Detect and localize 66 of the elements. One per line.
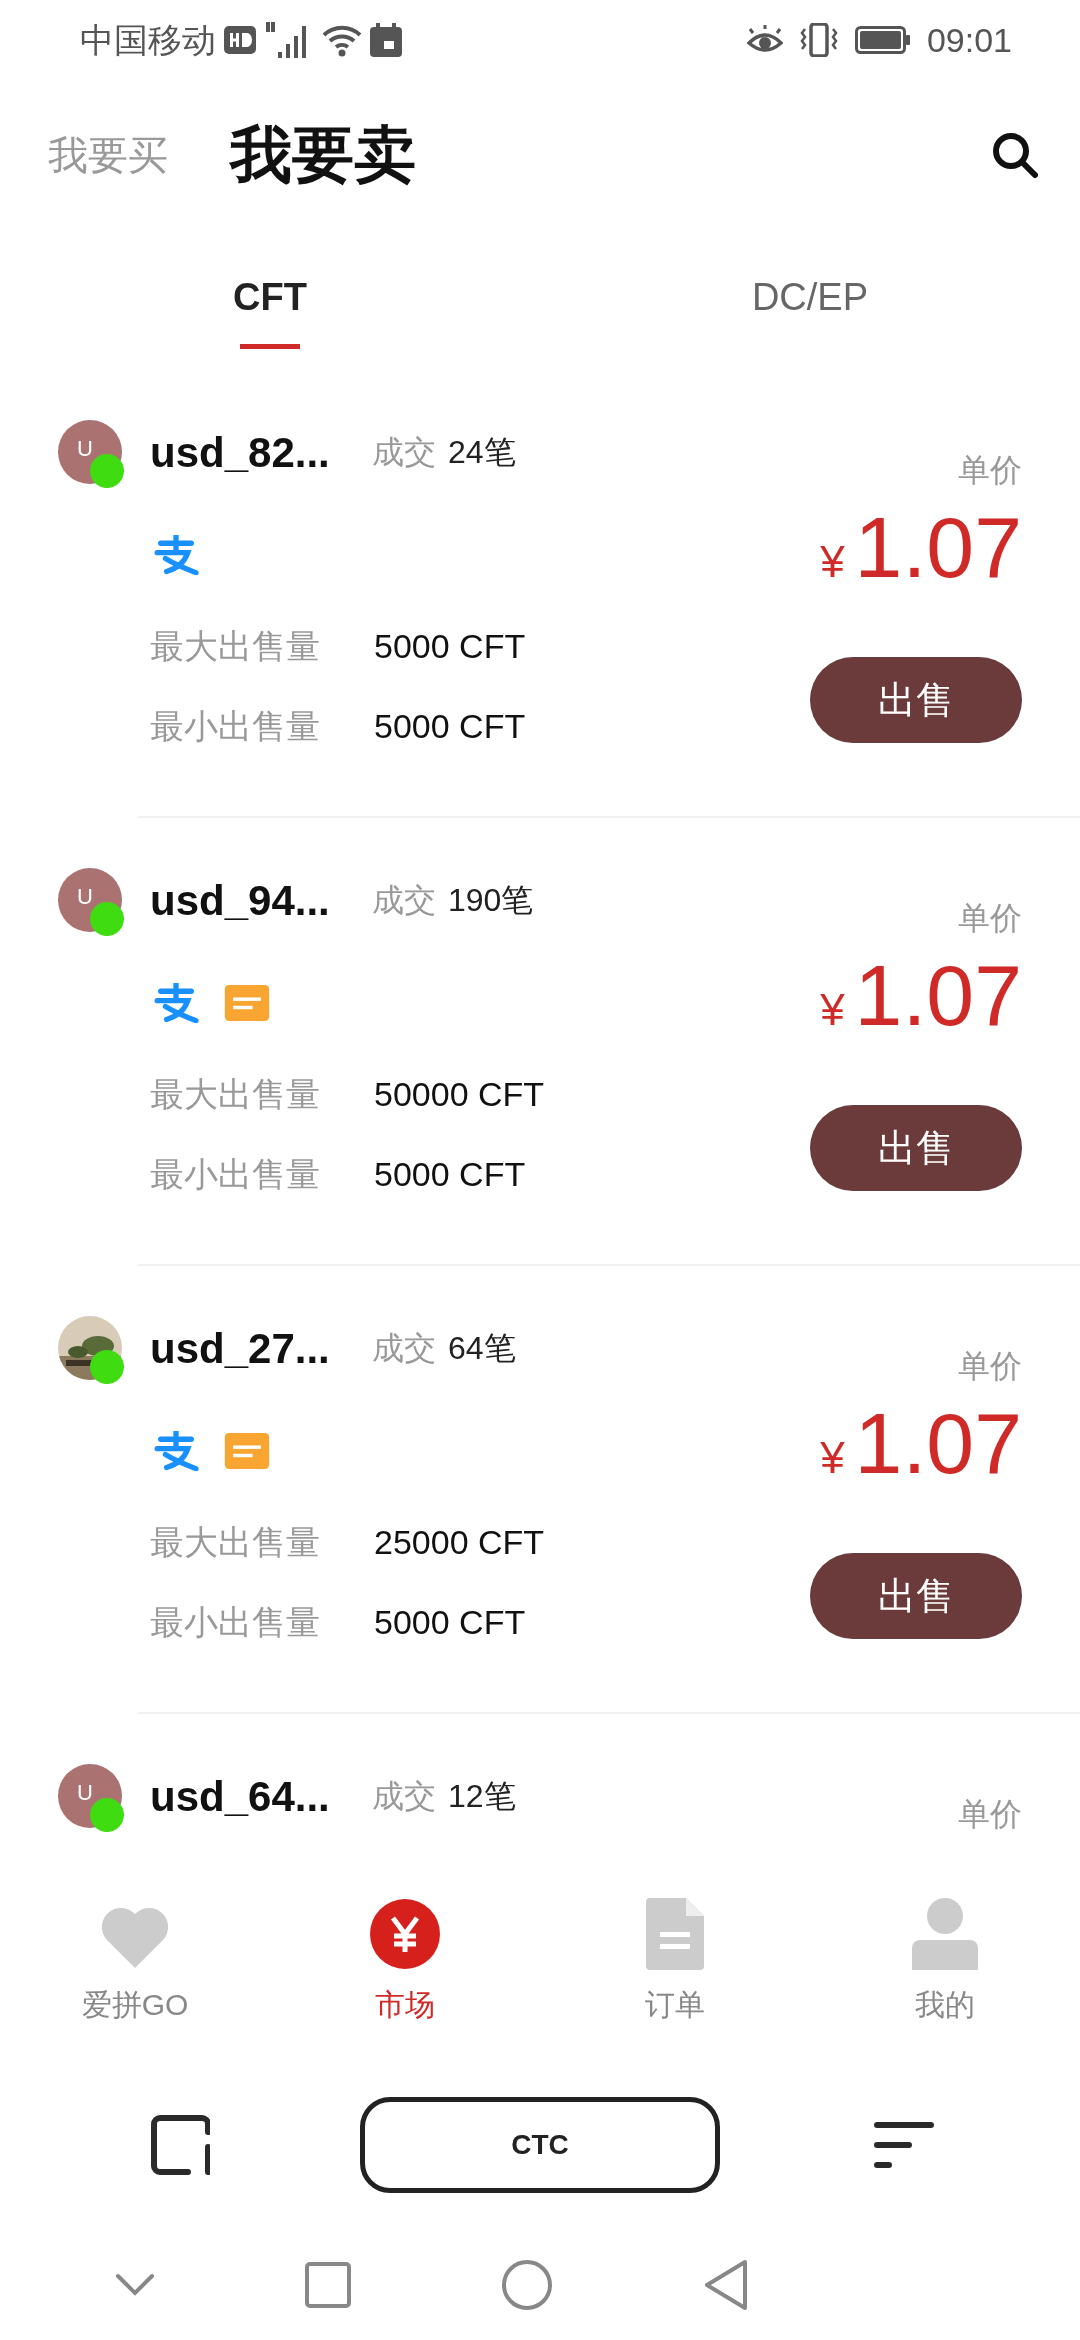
deals-count: 12笔 [448, 1777, 516, 1816]
username: usd_64... [150, 1771, 331, 1822]
sell-button[interactable]: 出售 [810, 1105, 1022, 1191]
nav-tab[interactable]: 我的 [810, 1890, 1080, 2060]
deals-label: 成交 [372, 433, 436, 472]
yuan-icon [369, 1898, 441, 1970]
chevron-down-icon[interactable] [115, 2273, 155, 2297]
card-icon [224, 1433, 270, 1469]
person-icon [912, 1898, 978, 1970]
card-icon [224, 985, 270, 1021]
field-label: 最小出售量 [150, 1601, 321, 1643]
deals-count: 64笔 [448, 1329, 516, 1368]
carrier-name: 中国移动 [80, 19, 216, 61]
field-label: 最大出售量 [150, 1073, 321, 1115]
username: usd_27... [150, 1323, 331, 1374]
currency-symbol: ¥ [820, 984, 845, 1036]
sell-button[interactable]: 出售 [810, 1553, 1022, 1639]
ctc-button[interactable]: CTC [360, 2097, 720, 2193]
coin-tab[interactable]: DC/EP [751, 276, 869, 319]
price: 1.07 [854, 1400, 1022, 1486]
deals-label: 成交 [372, 881, 436, 920]
deals-label: 成交 [372, 1777, 436, 1816]
field-label: 最大出售量 [150, 625, 321, 667]
nav-tab[interactable]: 订单 [540, 1890, 810, 2060]
field-value: 50000 CFT [374, 1073, 545, 1115]
price: 1.07 [854, 952, 1022, 1038]
vibrate-icon [798, 23, 839, 57]
back-icon[interactable] [703, 2259, 749, 2311]
field-label: 最小出售量 [150, 1153, 321, 1195]
crop-icon[interactable] [150, 2115, 210, 2175]
unit-price-label: 单价 [958, 1795, 1022, 1834]
currency-symbol: ¥ [820, 1432, 845, 1484]
field-value: 5000 CFT [374, 1153, 526, 1195]
battery-icon [854, 26, 911, 54]
username: usd_94... [150, 875, 331, 926]
field-value: 5000 CFT [374, 625, 526, 667]
deals-count: 24笔 [448, 433, 516, 472]
nav-tab[interactable]: 爱拼GO [0, 1890, 270, 2060]
deals-label: 成交 [372, 1329, 436, 1368]
calendar-icon [370, 23, 402, 57]
heart-icon [99, 1906, 171, 1970]
currency-symbol: ¥ [820, 536, 845, 588]
field-value: 25000 CFT [374, 1521, 545, 1563]
hd-icon [224, 26, 256, 54]
header-tab[interactable]: 我要卖 [230, 120, 416, 190]
document-icon [646, 1898, 704, 1970]
sell-button[interactable]: 出售 [810, 657, 1022, 743]
unit-price-label: 单价 [958, 451, 1022, 490]
deals-count: 190笔 [448, 881, 534, 920]
coin-tab[interactable]: CFT [233, 276, 307, 319]
recent-apps-icon[interactable] [305, 2262, 351, 2308]
field-value: 5000 CFT [374, 1601, 526, 1643]
eye-icon [746, 25, 783, 55]
sort-icon[interactable] [874, 2121, 934, 2169]
field-value: 5000 CFT [374, 705, 526, 747]
clock-time: 09:01 [926, 19, 1012, 61]
price: 1.07 [854, 504, 1022, 590]
unit-price-label: 单价 [958, 899, 1022, 938]
field-label: 最小出售量 [150, 705, 321, 747]
nav-tab[interactable]: 市场 [270, 1890, 540, 2060]
wifi-icon [322, 23, 362, 57]
field-label: 最大出售量 [150, 1521, 321, 1563]
username: usd_82... [150, 427, 331, 478]
unit-price-label: 单价 [958, 1347, 1022, 1386]
home-icon[interactable] [501, 2259, 553, 2311]
search-icon[interactable] [992, 132, 1038, 178]
